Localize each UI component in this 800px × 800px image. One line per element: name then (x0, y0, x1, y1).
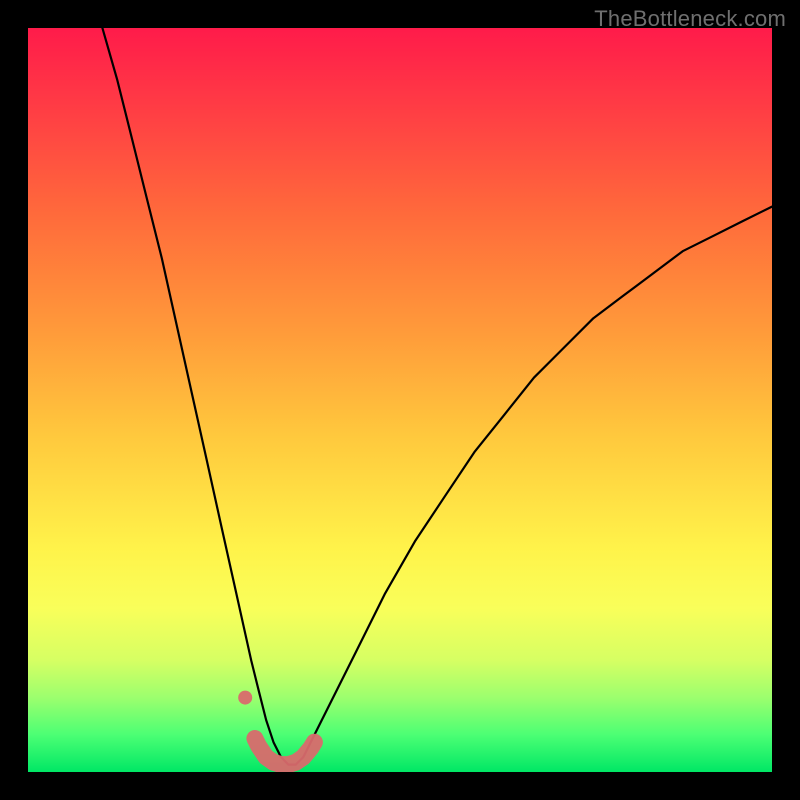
highlight-band (255, 739, 315, 765)
bottleneck-curve (102, 28, 772, 765)
chart-frame: TheBottleneck.com (0, 0, 800, 800)
outlier-dot (238, 691, 252, 705)
plot-area (28, 28, 772, 772)
curve-svg (28, 28, 772, 772)
